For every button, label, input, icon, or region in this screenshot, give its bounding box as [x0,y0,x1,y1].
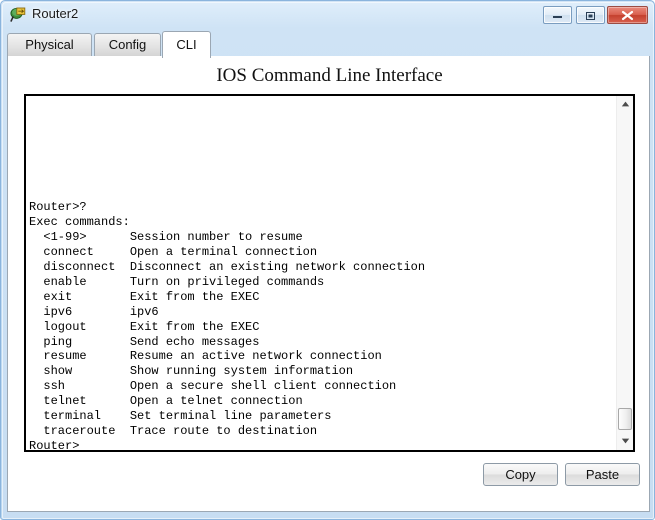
title-bar[interactable]: Router2 [1,1,655,28]
scroll-down-icon[interactable] [617,433,633,450]
terminal-text: Router>? Exec commands: <1-99> Session n… [29,200,426,452]
maximize-button[interactable] [576,6,605,24]
terminal-output-area[interactable]: Router>? Exec commands: <1-99> Session n… [24,94,635,452]
copy-button[interactable]: Copy [483,463,558,486]
close-button[interactable] [607,6,648,24]
tab-cli[interactable]: CLI [162,31,211,58]
paste-button-label: Paste [585,467,620,482]
tab-physical[interactable]: Physical [7,33,92,57]
router-cli-window: Router2 Physical Config CLI IOS Command … [0,0,655,520]
router-icon [10,6,27,23]
tab-cli-label: CLI [176,37,197,52]
window-title: Router2 [32,6,79,21]
cli-panel: IOS Command Line Interface Router>? Exec… [7,56,650,512]
scrollbar-thumb[interactable] [618,408,632,430]
minimize-button[interactable] [543,6,572,24]
tab-physical-label: Physical [25,37,74,52]
copy-button-label: Copy [505,467,536,482]
paste-button[interactable]: Paste [565,463,640,486]
scroll-up-icon[interactable] [617,96,633,113]
tab-config-label: Config [108,37,147,52]
tab-strip: Physical Config CLI [7,31,650,58]
terminal-scrollbar[interactable] [616,96,633,450]
tab-config[interactable]: Config [94,33,161,57]
page-title: IOS Command Line Interface [216,65,443,86]
